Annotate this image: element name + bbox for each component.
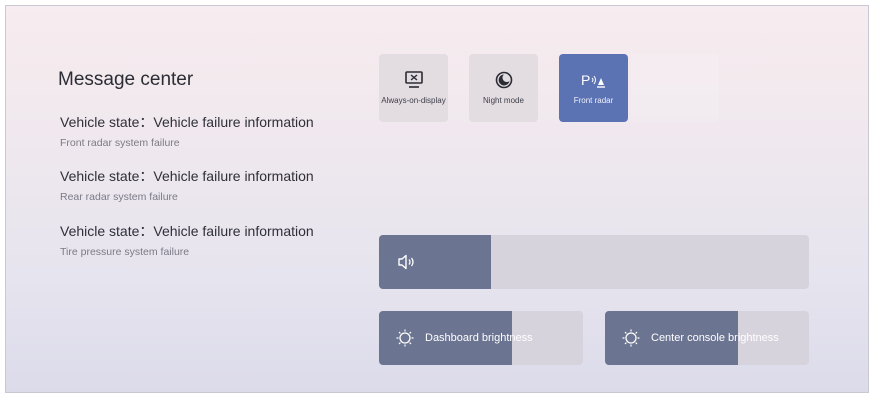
speaker-icon — [397, 254, 417, 270]
sun-icon — [395, 328, 415, 348]
message-item[interactable]: Vehicle state：Vehicle failure informatio… — [60, 112, 314, 149]
sun-icon — [621, 328, 641, 348]
display-icon — [404, 70, 424, 90]
message-detail: Rear radar system failure — [60, 191, 178, 203]
message-center-title: Message center — [58, 69, 194, 90]
night-mode-button[interactable]: Night mode — [469, 54, 538, 122]
moon-icon — [495, 70, 513, 90]
svg-text:P: P — [581, 72, 590, 88]
tile-label: Night mode — [483, 96, 524, 105]
front-radar-button[interactable]: P Front radar — [559, 54, 628, 122]
message-heading: Vehicle state：Vehicle failure informatio… — [60, 168, 314, 184]
message-heading: Vehicle state：Vehicle failure informatio… — [60, 114, 314, 130]
volume-slider[interactable] — [379, 235, 809, 289]
always-on-display-button[interactable]: Always-on-display — [379, 54, 448, 122]
tile-label: Front radar — [573, 96, 614, 105]
center-console-brightness-slider[interactable]: Center console brightness — [605, 311, 809, 365]
dashboard-brightness-label: Dashboard brightness — [425, 332, 533, 344]
empty-tile-slot — [631, 54, 719, 122]
message-detail: Tire pressure system failure — [60, 246, 190, 258]
message-item[interactable]: Vehicle state：Vehicle failure informatio… — [60, 166, 314, 203]
tile-label: Always-on-display — [381, 96, 446, 105]
dashboard-brightness-slider[interactable]: Dashboard brightness — [379, 311, 583, 365]
message-detail: Front radar system failure — [60, 137, 180, 149]
message-item[interactable]: Vehicle state：Vehicle failure informatio… — [60, 221, 314, 258]
center-console-brightness-label: Center console brightness — [651, 332, 779, 344]
message-heading: Vehicle state：Vehicle failure informatio… — [60, 223, 314, 239]
control-center-screen: Message center Vehicle state：Vehicle fai… — [5, 5, 869, 393]
parking-radar-icon: P — [581, 70, 607, 90]
